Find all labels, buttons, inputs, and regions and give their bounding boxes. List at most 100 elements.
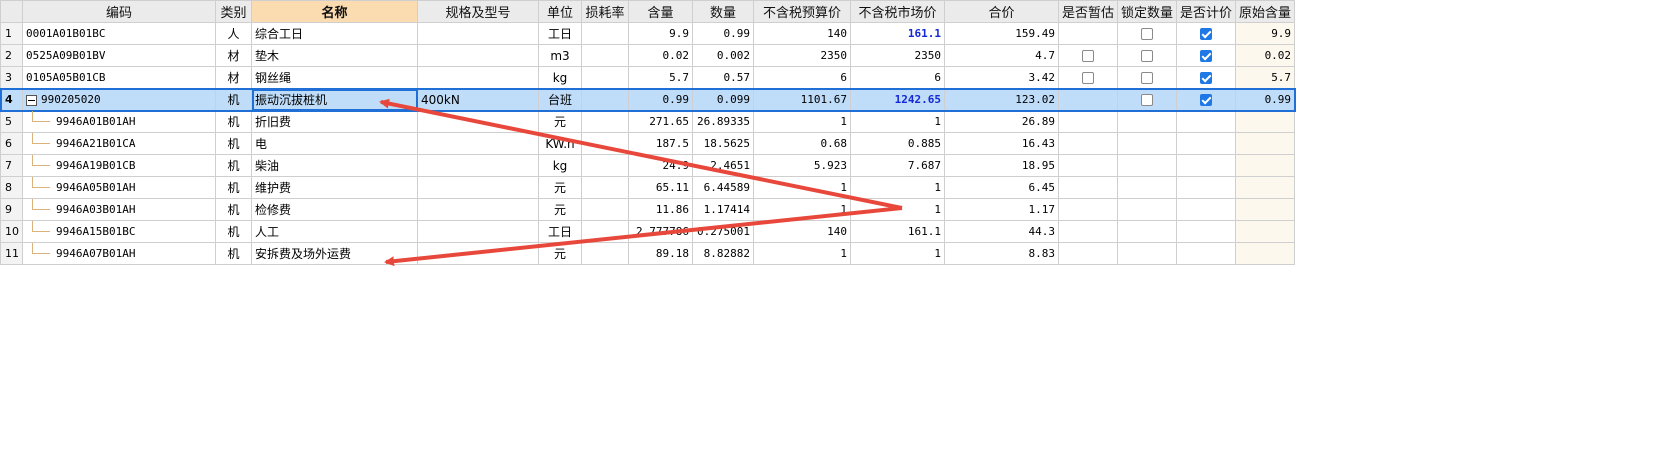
content-cell[interactable]: 11.86	[628, 198, 693, 221]
is-estimate-cell[interactable]	[1057, 154, 1119, 177]
type-cell[interactable]: 机	[215, 176, 252, 199]
original-content-cell[interactable]: 9.9	[1235, 22, 1296, 45]
is-priced-cell[interactable]	[1176, 176, 1237, 199]
quantity-cell[interactable]: 0.002	[692, 44, 754, 67]
name-cell[interactable]: 钢丝绳	[251, 66, 418, 89]
market-price-cell[interactable]: 1	[850, 110, 945, 133]
original-content-cell[interactable]: 0.02	[1235, 44, 1296, 67]
quantity-cell[interactable]: 0.57	[692, 66, 754, 89]
table-row[interactable]: 2 0525A09B01BV 材垫木 m3 0.02 0.002 2350 2350 4.7 0.…	[0, 44, 1296, 67]
original-content-cell[interactable]	[1235, 176, 1296, 199]
total-price-cell[interactable]: 3.42	[944, 66, 1059, 89]
market-price-cell[interactable]: 161.1	[850, 22, 945, 45]
quantity-cell[interactable]: 0.275001	[692, 220, 754, 243]
is-estimate-cell[interactable]	[1057, 176, 1119, 199]
lock-quantity-cell[interactable]	[1117, 154, 1178, 177]
total-price-cell[interactable]: 8.83	[944, 242, 1059, 265]
unit-cell[interactable]: KW.h	[538, 132, 582, 155]
content-cell[interactable]: 271.65	[628, 110, 693, 133]
type-cell[interactable]: 机	[215, 132, 252, 155]
name-cell[interactable]: 检修费	[251, 198, 418, 221]
name-cell[interactable]: 安拆费及场外运费	[251, 242, 418, 265]
table-row[interactable]: 10 9946A15B01BC 机人工 工日 2.777786 0.275001 140 16…	[0, 220, 1296, 243]
is-priced-checkbox[interactable]	[1200, 28, 1213, 40]
market-price-cell[interactable]: 2350	[850, 44, 945, 67]
is-estimate-checkbox[interactable]	[1082, 50, 1094, 62]
is-estimate-cell[interactable]	[1057, 242, 1119, 265]
row-number[interactable]: 10	[0, 220, 23, 243]
is-priced-cell[interactable]	[1176, 220, 1237, 243]
quantity-cell[interactable]: 2.4651	[692, 154, 754, 177]
is-estimate-cell[interactable]	[1057, 198, 1119, 221]
original-content-cell[interactable]	[1235, 242, 1296, 265]
budget-price-cell[interactable]: 0.68	[753, 132, 851, 155]
total-price-cell[interactable]: 159.49	[944, 22, 1059, 45]
content-cell[interactable]: 65.11	[628, 176, 693, 199]
budget-price-cell[interactable]: 1	[753, 242, 851, 265]
spec-cell[interactable]	[417, 220, 539, 243]
table-row[interactable]: 5 9946A01B01AH 机折旧费元 271.65 26.89335 1 1 26.89	[0, 110, 1296, 133]
lock-quantity-cell[interactable]	[1117, 132, 1178, 155]
table-row[interactable]: 8 9946A05B01AH 机维护费元 65.11 6.44589 1 1 6.45	[0, 176, 1296, 199]
type-cell[interactable]: 机	[215, 220, 252, 243]
lock-quantity-cell[interactable]	[1117, 198, 1178, 221]
is-priced-cell[interactable]	[1176, 22, 1237, 45]
is-estimate-cell[interactable]	[1057, 110, 1119, 133]
is-estimate-cell[interactable]	[1057, 220, 1119, 243]
column-header[interactable]: 原始含量	[1235, 0, 1296, 23]
quantity-cell[interactable]: 0.099	[692, 88, 754, 111]
column-header[interactable]: 合价	[944, 0, 1059, 23]
loss-rate-cell[interactable]	[581, 110, 629, 133]
is-estimate-cell[interactable]	[1057, 66, 1119, 89]
loss-rate-cell[interactable]	[581, 132, 629, 155]
total-price-cell[interactable]: 4.7	[944, 44, 1059, 67]
name-cell[interactable]: 综合工日	[251, 22, 418, 45]
type-cell[interactable]: 机	[215, 198, 252, 221]
is-priced-cell[interactable]	[1176, 198, 1237, 221]
unit-cell[interactable]: 元	[538, 110, 582, 133]
lock-quantity-cell[interactable]	[1117, 88, 1178, 111]
total-price-cell[interactable]: 44.3	[944, 220, 1059, 243]
column-header[interactable]: 数量	[692, 0, 754, 23]
collapse-toggle-icon[interactable]	[26, 94, 37, 106]
is-estimate-cell[interactable]	[1057, 44, 1119, 67]
budget-price-cell[interactable]: 140	[753, 220, 851, 243]
total-price-cell[interactable]: 123.02	[944, 88, 1059, 111]
quantity-cell[interactable]: 26.89335	[692, 110, 754, 133]
market-price-cell[interactable]: 1242.65	[850, 88, 945, 111]
table-row[interactable]: 6 9946A21B01CA 机电 KW.h 187.5 18.5625 0.68 0.885…	[0, 132, 1296, 155]
row-number[interactable]: 7	[0, 154, 23, 177]
type-cell[interactable]: 机	[215, 110, 252, 133]
lock-quantity-cell[interactable]	[1117, 22, 1178, 45]
column-header[interactable]: 是否暂估	[1057, 0, 1119, 23]
row-number[interactable]: 4	[0, 88, 23, 111]
type-cell[interactable]: 材	[215, 44, 252, 67]
budget-price-cell[interactable]: 6	[753, 66, 851, 89]
unit-cell[interactable]: 工日	[538, 220, 582, 243]
unit-cell[interactable]: 元	[538, 198, 582, 221]
name-cell[interactable]: 垫木	[251, 44, 418, 67]
budget-price-cell[interactable]: 1	[753, 198, 851, 221]
type-cell[interactable]: 机	[215, 242, 252, 265]
market-price-cell[interactable]: 1	[850, 242, 945, 265]
lock-quantity-checkbox[interactable]	[1141, 72, 1154, 84]
column-header[interactable]: 不含税市场价	[850, 0, 945, 23]
column-header[interactable]: 锁定数量	[1117, 0, 1178, 23]
total-price-cell[interactable]: 18.95	[944, 154, 1059, 177]
lock-quantity-cell[interactable]	[1117, 44, 1178, 67]
column-header[interactable]: 规格及型号	[417, 0, 539, 23]
content-cell[interactable]: 5.7	[628, 66, 693, 89]
original-content-cell[interactable]	[1235, 132, 1296, 155]
quantity-cell[interactable]: 0.99	[692, 22, 754, 45]
loss-rate-cell[interactable]	[581, 88, 629, 111]
loss-rate-cell[interactable]	[581, 242, 629, 265]
market-price-cell[interactable]: 0.885	[850, 132, 945, 155]
quantity-cell[interactable]: 1.17414	[692, 198, 754, 221]
market-price-cell[interactable]: 1	[850, 176, 945, 199]
row-number[interactable]: 8	[0, 176, 23, 199]
column-header[interactable]: 含量	[628, 0, 693, 23]
column-header[interactable]: 名称	[251, 0, 418, 23]
loss-rate-cell[interactable]	[581, 66, 629, 89]
is-estimate-cell[interactable]	[1057, 132, 1119, 155]
spec-cell[interactable]	[417, 242, 539, 265]
